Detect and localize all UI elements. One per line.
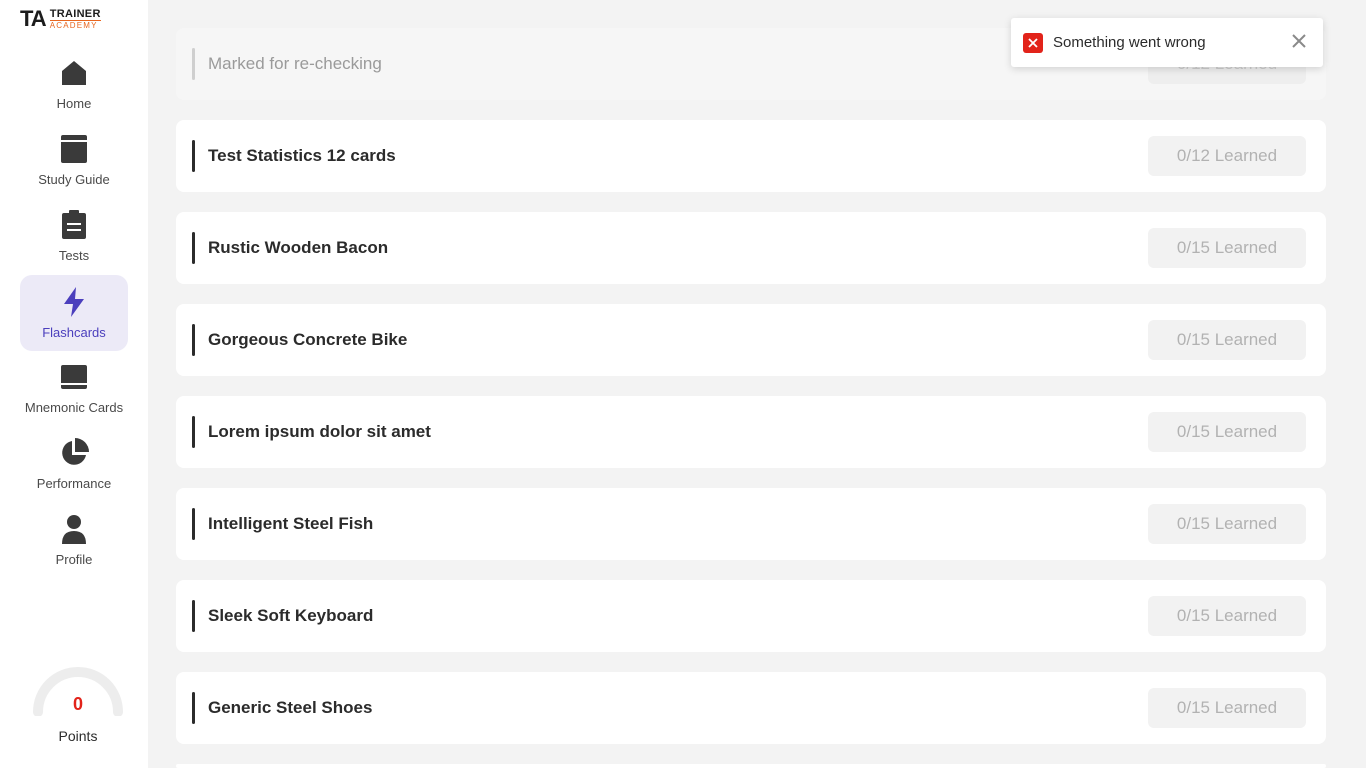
row-accent-bar xyxy=(192,48,195,80)
row-accent-bar xyxy=(192,416,195,448)
clipboard-icon xyxy=(59,210,89,240)
deck-title: Generic Steel Shoes xyxy=(208,698,373,717)
learned-badge: 0/15 Learned xyxy=(1148,412,1306,452)
deck-title: Gorgeous Concrete Bike xyxy=(208,330,408,349)
row-accent-bar xyxy=(192,232,195,264)
row-accent-bar xyxy=(192,600,195,632)
learned-badge: 0/15 Learned xyxy=(1148,228,1306,268)
book-icon xyxy=(59,134,89,164)
learned-badge: 0/15 Learned xyxy=(1148,688,1306,728)
row-accent-bar xyxy=(192,508,195,540)
nav-label-study-guide: Study Guide xyxy=(38,172,110,187)
row-accent-bar xyxy=(192,692,195,724)
deck-title: Sleek Soft Keyboard xyxy=(208,606,374,625)
logo-line1: TRAINER xyxy=(49,7,101,20)
sidebar: TA TRAINER ACADEMY Home Study Guide Test… xyxy=(0,0,148,768)
card-icon xyxy=(59,362,89,392)
nav-item-tests[interactable]: Tests xyxy=(20,198,128,274)
nav-label-flashcards: Flashcards xyxy=(42,325,106,340)
close-icon[interactable] xyxy=(1289,31,1309,51)
learned-badge: 0/15 Learned xyxy=(1148,504,1306,544)
row-accent-bar xyxy=(192,324,195,356)
learned-badge: 0/12 Learned xyxy=(1148,136,1306,176)
logo-text: TRAINER ACADEMY xyxy=(49,7,101,30)
deck-row[interactable]: Intelligent Steel Fish 0/15 Learned xyxy=(176,488,1326,560)
nav-item-mnemonic-cards[interactable]: Mnemonic Cards xyxy=(20,350,128,426)
nav-label-tests: Tests xyxy=(58,248,90,263)
error-toast: Something went wrong xyxy=(1011,18,1323,67)
nav-label-home: Home xyxy=(56,96,92,111)
deck-row[interactable]: Rustic Wooden Bacon 0/15 Learned xyxy=(176,212,1326,284)
deck-title: Intelligent Steel Fish xyxy=(208,514,374,533)
deck-row[interactable]: Lorem ipsum dolor sit amet 0/15 Learned xyxy=(176,396,1326,468)
deck-title: Lorem ipsum dolor sit amet xyxy=(208,422,431,441)
deck-row[interactable]: Gorgeous Concrete Bike 0/15 Learned xyxy=(176,304,1326,376)
points-value: 0 xyxy=(72,694,83,714)
nav-item-home[interactable]: Home xyxy=(20,46,128,122)
nav-item-study-guide[interactable]: Study Guide xyxy=(20,122,128,198)
nav-item-profile[interactable]: Profile xyxy=(20,502,128,578)
lightning-icon xyxy=(59,287,89,317)
points-widget: 0 Points xyxy=(28,664,128,754)
nav-item-performance[interactable]: Performance xyxy=(20,426,128,502)
learned-badge: 0/15 Learned xyxy=(1148,320,1306,360)
user-icon xyxy=(59,514,89,544)
row-accent-bar xyxy=(192,140,195,172)
home-icon xyxy=(59,58,89,88)
deck-row[interactable]: Generic Steel Shoes 0/15 Learned xyxy=(176,672,1326,744)
error-icon xyxy=(1023,33,1043,53)
deck-title: Test Statistics 12 cards xyxy=(208,146,396,165)
nav-label-performance: Performance xyxy=(36,476,112,491)
deck-title: Rustic Wooden Bacon xyxy=(208,238,389,257)
deck-row[interactable]: Sleek Soft Keyboard 0/15 Learned xyxy=(176,580,1326,652)
pie-chart-icon xyxy=(59,438,89,468)
logo-line2: ACADEMY xyxy=(49,19,101,30)
logo-mark: TA xyxy=(20,6,47,31)
deck-row-partial[interactable] xyxy=(176,764,1326,768)
nav-item-flashcards[interactable]: Flashcards xyxy=(20,275,128,351)
points-label: Points xyxy=(58,728,98,744)
nav-label-mnemonic-cards: Mnemonic Cards xyxy=(24,400,124,415)
nav-label-profile: Profile xyxy=(55,552,93,567)
logo[interactable]: TA TRAINER ACADEMY xyxy=(20,6,130,32)
deck-row[interactable]: Test Statistics 12 cards 0/12 Learned xyxy=(176,120,1326,192)
learned-badge: 0/15 Learned xyxy=(1148,596,1306,636)
deck-title: Marked for re-checking xyxy=(208,54,382,73)
toast-message: Something went wrong xyxy=(1053,34,1206,51)
